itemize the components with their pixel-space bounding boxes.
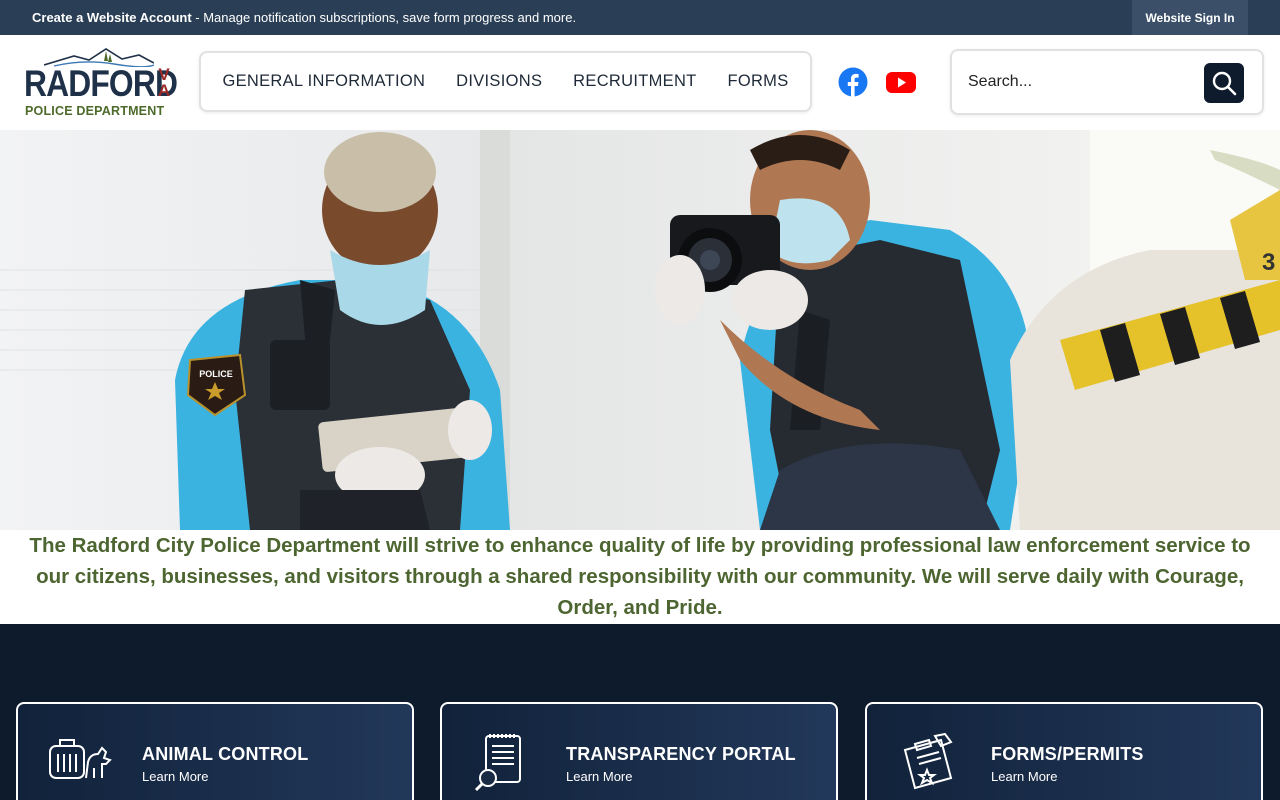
document-search-icon — [474, 734, 521, 792]
card-title: ANIMAL CONTROL — [142, 744, 309, 764]
card-forms-permits[interactable]: FORMS/PERMITS Learn More — [865, 702, 1263, 800]
police-patch-text: POLICE — [199, 369, 233, 379]
crime-scene-photo: POLICE 3 — [0, 130, 1280, 530]
card-transparency-portal[interactable]: TRANSPARENCY PORTAL Learn More — [440, 702, 838, 800]
search-box — [950, 49, 1264, 115]
hero-image: POLICE 3 — [0, 130, 1280, 530]
card-title: FORMS/PERMITS — [991, 744, 1144, 764]
create-account-link[interactable]: Create a Website Account - Manage notifi… — [32, 10, 576, 25]
utility-bar: Create a Website Account - Manage notifi… — [0, 0, 1280, 35]
learn-more-link[interactable]: Learn More — [991, 769, 1057, 784]
learn-more-link[interactable]: Learn More — [142, 769, 208, 784]
youtube-icon[interactable] — [886, 67, 916, 97]
nav-general-information[interactable]: GENERAL INFORMATION — [222, 72, 425, 91]
learn-more-link[interactable]: Learn More — [566, 769, 632, 784]
card-title: TRANSPARENCY PORTAL — [566, 744, 796, 764]
nav-forms[interactable]: FORMS — [727, 72, 788, 91]
mission-statement: The Radford City Police Department will … — [0, 530, 1280, 624]
card-animal-control[interactable]: ANIMAL CONTROL Learn More — [16, 702, 414, 800]
search-button[interactable] — [1204, 63, 1244, 103]
nav-recruitment[interactable]: RECRUITMENT — [573, 72, 696, 91]
facebook-icon[interactable] — [838, 67, 868, 97]
site-header: RADFORD VA POLICE DEPARTMENT GENERAL INF… — [0, 35, 1280, 130]
nav-divisions[interactable]: DIVISIONS — [456, 72, 542, 91]
logo-state: VA — [157, 65, 171, 100]
clipboard-badge-icon — [903, 732, 953, 790]
search-icon — [1212, 71, 1237, 96]
website-sign-in-button[interactable]: Website Sign In — [1132, 0, 1248, 35]
search-input[interactable] — [968, 65, 1198, 99]
mission-text: The Radford City Police Department will … — [29, 534, 1251, 619]
logo-department: POLICE DEPARTMENT — [25, 104, 165, 118]
animal-carrier-icon — [49, 739, 112, 779]
evidence-marker-number: 3 — [1262, 249, 1275, 276]
radford-police-logo[interactable]: RADFORD VA POLICE DEPARTMENT — [24, 47, 178, 119]
logo-wordmark: RADFORD — [24, 63, 178, 104]
main-nav: GENERAL INFORMATION DIVISIONS RECRUITMEN… — [199, 51, 812, 112]
